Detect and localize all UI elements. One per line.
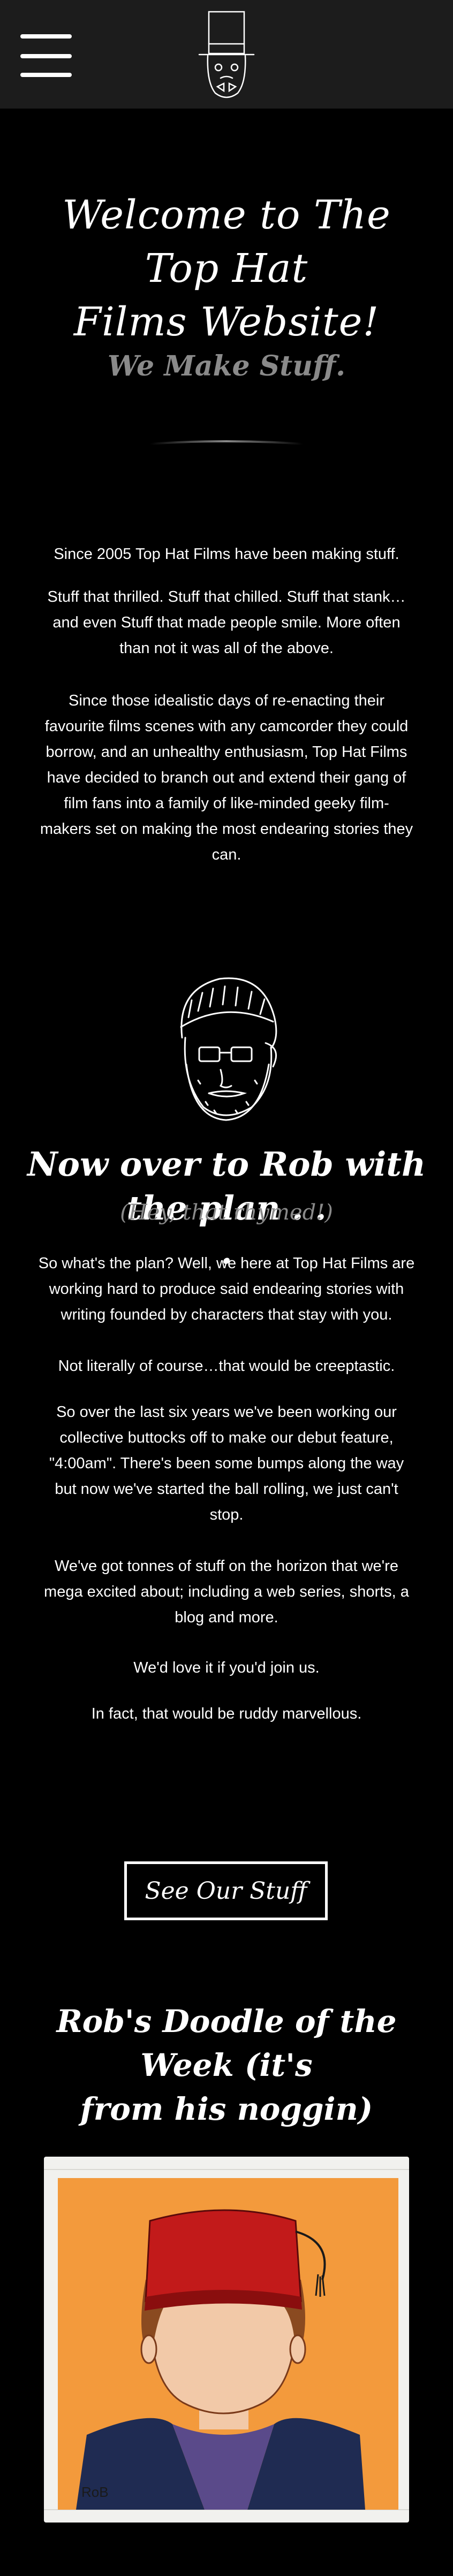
doodle-illustration: RoB — [44, 2169, 409, 2510]
doodle-title: Rob's Doodle of the Week (it's from his … — [56, 2003, 397, 2127]
plan-paragraph-1: So what's the plan? Well, we here at Top… — [38, 1255, 415, 1323]
intro-paragraph-2: Stuff that thrilled. Stuff that chilled.… — [47, 588, 406, 657]
top-hat-logo-icon[interactable] — [194, 7, 259, 103]
intro-paragraph-3: Since those idealistic days of re-enacti… — [40, 692, 413, 863]
plan-paragraph-2: Not literally of course…that would be cr… — [58, 1358, 395, 1375]
hero-title: Welcome to The Top Hat Films Website! — [21, 188, 432, 349]
hamburger-menu-icon[interactable] — [18, 33, 74, 79]
see-our-stuff-button[interactable]: See Our Stuff — [124, 1861, 328, 1920]
hero-subtitle: We Make Stuff. — [107, 350, 346, 382]
site-header — [0, 0, 453, 109]
hero-divider — [150, 440, 303, 445]
hero-title-line1: Welcome to The Top Hat — [62, 192, 391, 292]
intro-paragraph-1: Since 2005 Top Hat Films have been makin… — [54, 546, 399, 563]
doodle-signature: RoB — [81, 2484, 109, 2500]
plan-paragraph-6: In fact, that would be ruddy marvellous. — [91, 1705, 362, 1722]
rob-head-illustration — [180, 977, 277, 1121]
plan-paragraph-3: So over the last six years we've been wo… — [49, 1404, 404, 1523]
doodle-of-the-week-image: RoB — [44, 2157, 409, 2523]
plan-paragraph-5: We'd love it if you'd join us. — [133, 1659, 320, 1676]
hero-title-line2: Films Website! — [73, 299, 380, 345]
page: Welcome to The Top Hat Films Website! We… — [0, 0, 453, 2576]
plan-aside: (Hey, that rhymed!) — [120, 1200, 333, 1225]
plan-paragraph-4: We've got tonnes of stuff on the horizon… — [44, 1558, 409, 1626]
